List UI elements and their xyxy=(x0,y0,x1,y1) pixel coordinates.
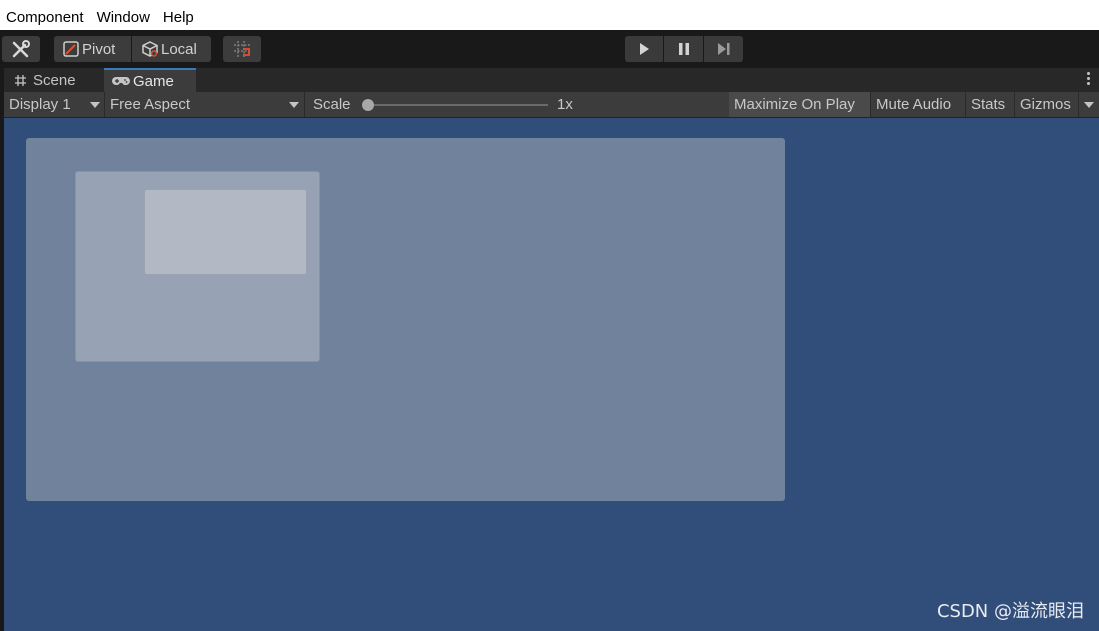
tools-button[interactable] xyxy=(2,36,40,62)
pause-button[interactable] xyxy=(664,36,703,62)
display-dropdown[interactable]: Display 1 xyxy=(4,92,105,117)
ui-panel-inner xyxy=(144,189,307,275)
more-options-icon[interactable] xyxy=(1087,72,1091,87)
gamepad-icon xyxy=(112,75,130,87)
menu-window[interactable]: Window xyxy=(91,9,157,30)
display-label: Display 1 xyxy=(9,96,71,113)
tab-scene-label: Scene xyxy=(33,71,76,89)
aspect-label: Free Aspect xyxy=(110,96,191,113)
menu-bar: Component Window Help xyxy=(0,0,1099,30)
gizmos-toggle[interactable]: Gizmos xyxy=(1015,92,1079,117)
scale-slider-track[interactable] xyxy=(365,104,548,106)
play-icon xyxy=(637,42,651,56)
tab-strip: Scene Game xyxy=(4,68,1099,92)
gizmos-label: Gizmos xyxy=(1020,96,1071,113)
local-button[interactable]: Local xyxy=(132,36,211,62)
mute-audio-toggle[interactable]: Mute Audio xyxy=(871,92,966,117)
cube-icon xyxy=(141,40,159,58)
watermark-text: CSDN @溢流眼泪 xyxy=(936,601,1084,622)
grid-snap-icon xyxy=(232,39,252,59)
scale-label: Scale xyxy=(313,96,351,113)
menu-help[interactable]: Help xyxy=(157,9,201,30)
step-button[interactable] xyxy=(704,36,743,62)
maximize-on-play-toggle[interactable]: Maximize On Play xyxy=(729,92,871,117)
local-label: Local xyxy=(161,40,197,58)
aspect-dropdown[interactable]: Free Aspect xyxy=(105,92,305,117)
grid-snap-button[interactable] xyxy=(223,36,261,62)
main-toolbar: Pivot Local xyxy=(0,30,1099,68)
chevron-down-icon xyxy=(289,102,299,108)
tab-game[interactable]: Game xyxy=(104,68,196,92)
tab-game-label: Game xyxy=(133,72,174,90)
pivot-button[interactable]: Pivot xyxy=(54,36,131,62)
scale-slider-handle[interactable] xyxy=(362,99,374,111)
stats-toggle[interactable]: Stats xyxy=(966,92,1015,117)
tools-icon xyxy=(11,39,31,59)
gizmos-dropdown[interactable] xyxy=(1079,92,1099,117)
mute-audio-label: Mute Audio xyxy=(876,96,952,113)
scale-value: 1x xyxy=(557,96,573,113)
pivot-icon xyxy=(62,40,80,58)
game-view-toolbar: Display 1 Free Aspect Scale 1x Maximize … xyxy=(4,92,1099,118)
stats-label: Stats xyxy=(971,96,1006,113)
pause-icon xyxy=(677,42,691,56)
grid-icon xyxy=(14,74,27,87)
chevron-down-icon xyxy=(90,102,100,108)
tab-scene[interactable]: Scene xyxy=(6,68,102,92)
step-icon xyxy=(716,42,732,56)
maximize-on-play-label: Maximize On Play xyxy=(734,96,855,113)
pivot-label: Pivot xyxy=(82,40,116,58)
play-button[interactable] xyxy=(625,36,663,62)
menu-component[interactable]: Component xyxy=(0,9,91,30)
chevron-down-icon xyxy=(1084,102,1094,108)
